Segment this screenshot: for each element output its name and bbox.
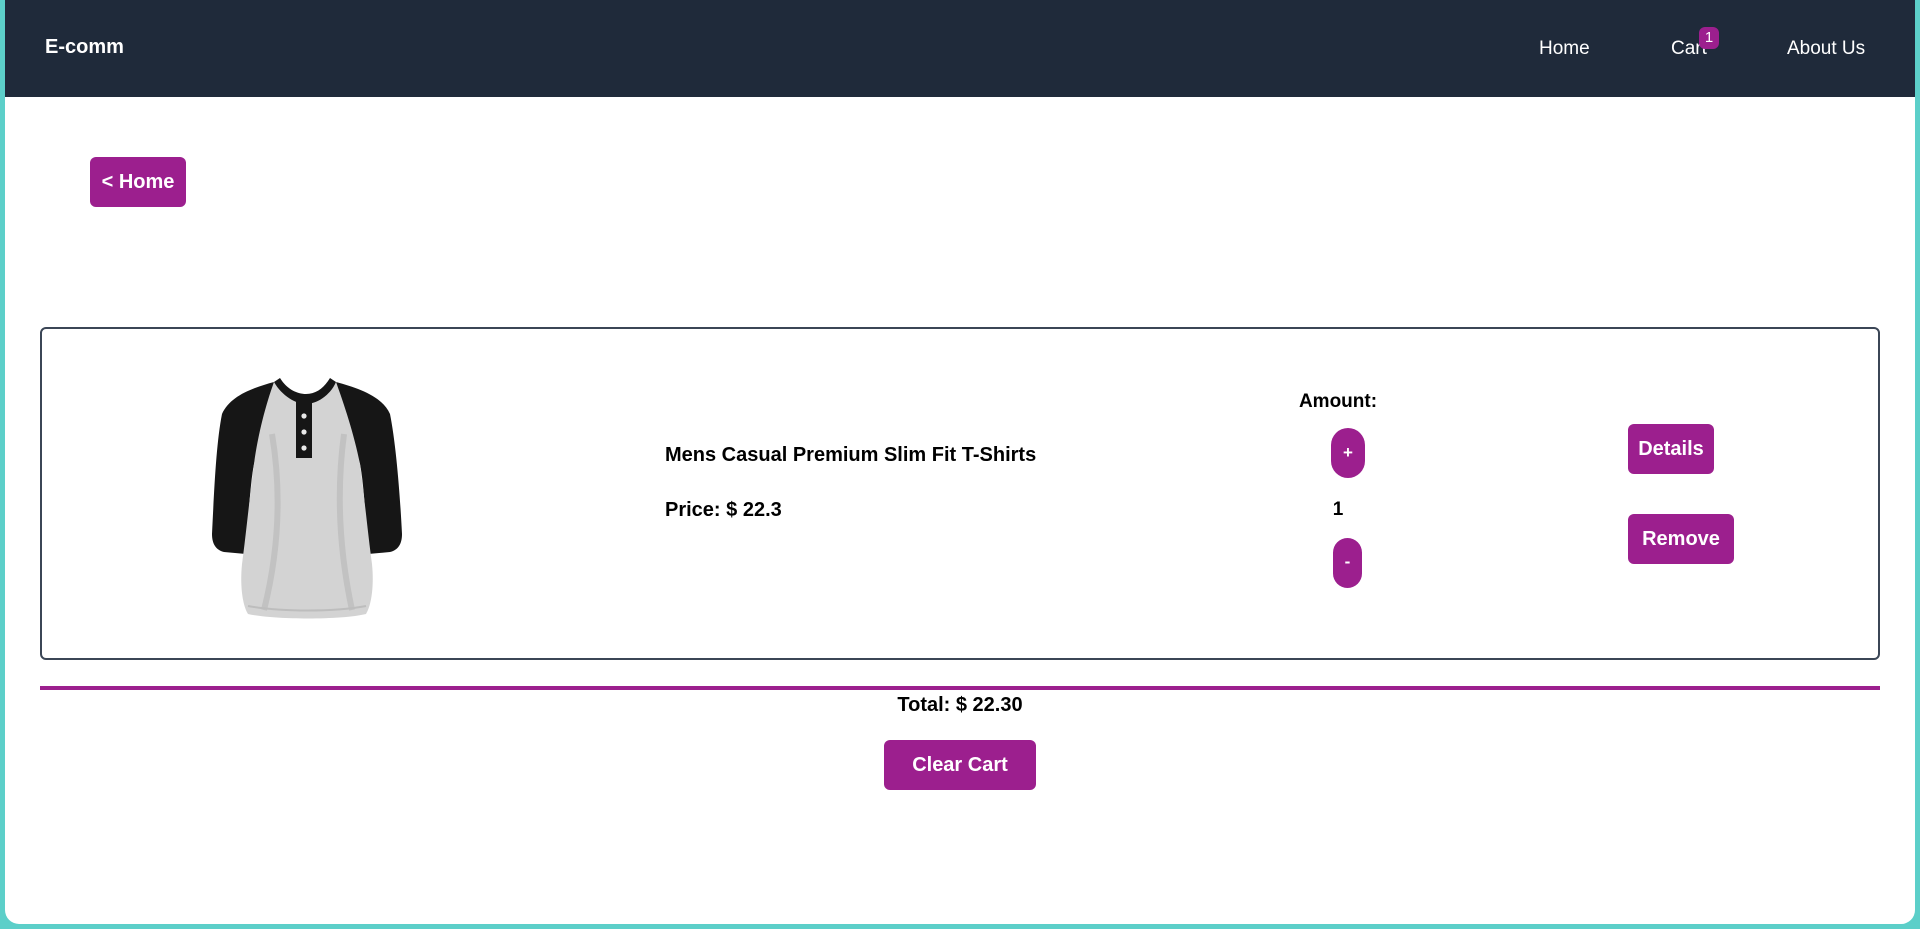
clear-cart-button[interactable]: Clear Cart	[884, 740, 1036, 790]
total-divider	[40, 686, 1880, 690]
product-name[interactable]: Mens Casual Premium Slim Fit T-Shirts	[665, 444, 1036, 467]
nav-link-home[interactable]: Home	[1539, 38, 1590, 60]
cart-count-badge: 1	[1699, 27, 1719, 49]
amount-label: Amount:	[1298, 391, 1378, 412]
quantity-value: 1	[1332, 499, 1344, 520]
remove-button[interactable]: Remove	[1628, 514, 1734, 564]
details-button[interactable]: Details	[1628, 424, 1714, 474]
product-price: Price: $ 22.3	[665, 499, 782, 521]
product-image	[212, 378, 402, 619]
cart-item-card: Mens Casual Premium Slim Fit T-Shirts Pr…	[40, 327, 1880, 660]
back-home-button[interactable]: < Home	[90, 157, 186, 207]
brand-logo[interactable]: E-comm	[45, 36, 124, 59]
cart-total: Total: $ 22.30	[897, 694, 1023, 716]
nav-link-about-us[interactable]: About Us	[1787, 38, 1865, 60]
decrease-quantity-button[interactable]: -	[1333, 538, 1362, 588]
app-window: E-comm Home Cart 1 About Us < Home Mens …	[5, 0, 1915, 924]
top-navbar: E-comm Home Cart 1 About Us	[5, 0, 1915, 97]
increase-quantity-button[interactable]: +	[1331, 428, 1365, 478]
